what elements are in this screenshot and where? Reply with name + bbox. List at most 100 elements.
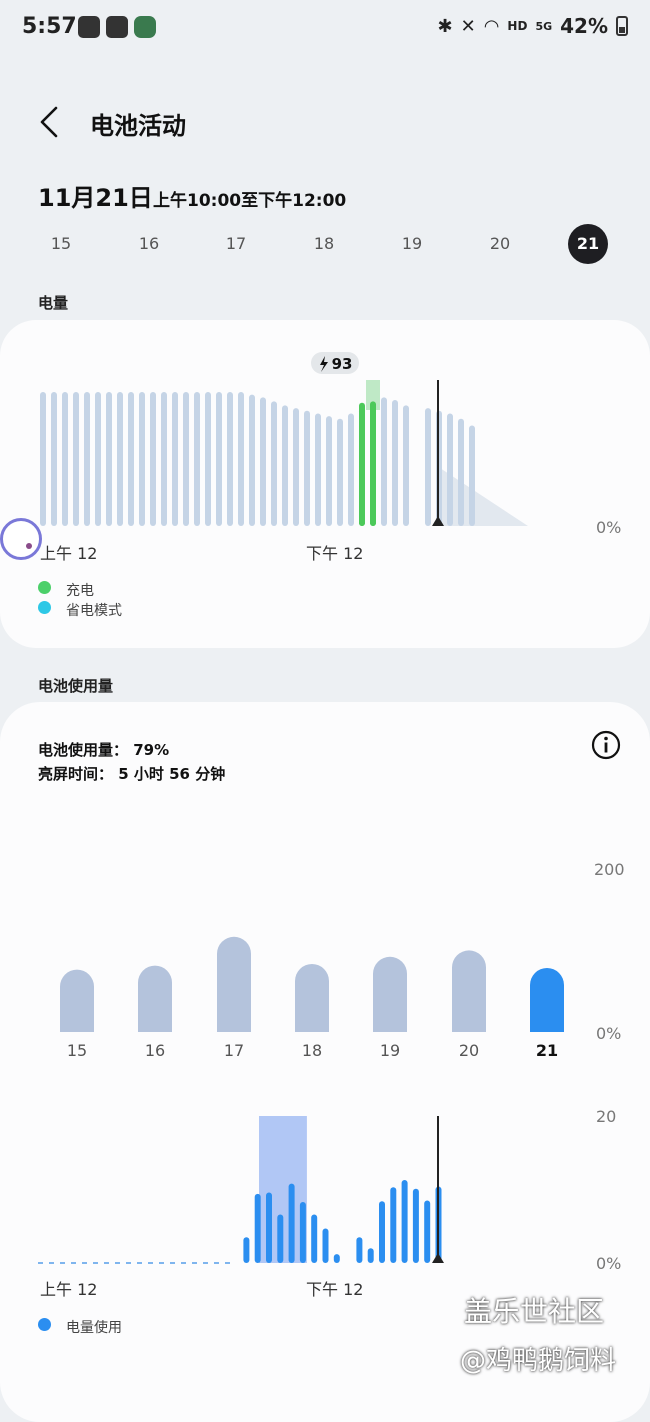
x-label-am12: 上午 12 [40,544,98,563]
charging-bar [359,408,365,526]
weekly-x-label-21: 21 [536,1041,558,1060]
battery-bar [139,392,145,526]
battery-usage-text: 电池使用量： 79% [38,741,170,759]
day-tab-19[interactable]: 19 [392,234,432,253]
mute-icon: ✕ [460,15,476,37]
battery-bar [271,401,277,526]
hourly-bar [390,1187,397,1263]
day-tab-15[interactable]: 15 [41,234,81,253]
signal-label: 5G [535,19,553,33]
battery-projection [440,468,528,526]
battery-bar [260,397,266,526]
battery-bar [458,418,464,526]
status-left-icons [78,16,156,38]
weekly-x-label-20: 20 [459,1041,479,1060]
battery-percent: 42% [560,14,608,38]
battery-bar [216,392,222,526]
battery-bar [150,392,156,526]
day-tab-21[interactable]: 21 [568,224,608,264]
battery-bar [183,392,189,526]
gallery-icon [106,16,128,38]
weekly-bar-21 [530,968,564,1032]
weekly-bar-18 [295,964,329,1032]
weekly-x-label-15: 15 [67,1041,87,1060]
weekly-x-label-18: 18 [302,1041,322,1060]
date-range: 上午10:00至下午12:00 [153,191,347,211]
battery-bar [194,392,200,526]
legend-charging-dot [38,581,51,594]
date-main: 11月21日 [38,184,153,212]
floating-assistant-button[interactable] [0,518,42,560]
legend-charging: 充电 [66,583,94,599]
legend-usage-dot [38,1318,51,1331]
battery-bar [337,418,343,526]
weekly-bar-16 [138,965,172,1032]
day-tab-16[interactable]: 16 [129,234,169,253]
peak-badge-label: 93 [332,355,353,373]
hourly-bar [333,1254,340,1263]
battery-bar [117,392,123,526]
battery-bar [315,413,321,526]
battery-bar [106,392,112,526]
battery-bar [84,392,90,526]
legend-power-saving-dot [38,601,51,614]
weekly-usage-chart: 15 16 17 18 19 20 21 [60,936,564,1060]
day-tab-17[interactable]: 17 [216,234,256,253]
legend-usage: 电量使用 [66,1320,122,1336]
weekly-bar-20 [452,950,486,1032]
weekly-x-label-19: 19 [380,1041,400,1060]
hourly-bar [424,1200,431,1263]
battery-bar [40,392,46,526]
bluetooth-icon: ✱ [437,15,453,37]
day-tab-18[interactable]: 18 [304,234,344,253]
battery-bar [293,408,299,526]
screen-time-text: 亮屏时间： 5 小时 56 分钟 [38,765,226,783]
wifi-icon: ◠ [483,15,500,37]
battery-section-label: 电量 [38,294,69,312]
battery-bar [392,400,398,526]
battery-bar [128,392,134,526]
hourly-bar [243,1237,250,1263]
hourly-bar [322,1228,329,1263]
status-time: 5:57 [22,14,77,39]
battery-bar [282,405,288,526]
battery-bar [348,413,354,526]
hourly-x-label-pm12: 下午 12 [306,1280,364,1299]
battery-bar [238,392,244,526]
legend-power-saving: 省电模式 [66,603,122,619]
hourly-bar [299,1201,306,1263]
hourly-usage-chart [38,1116,444,1264]
battery-bar [62,392,68,526]
battery-bar [381,397,387,526]
weekly-x-label-16: 16 [145,1041,165,1060]
info-icon[interactable] [591,730,621,760]
battery-level-chart: 93 [40,352,528,526]
battery-bar [469,425,475,526]
weekly-x-label-17: 17 [224,1041,244,1060]
hourly-bar [288,1183,295,1263]
usage-section-label: 电池使用量 [38,677,114,695]
weekly-bar-19 [373,956,407,1032]
battery-y-label-0: 0% [596,518,622,537]
chevron-left-icon[interactable] [36,104,64,140]
hourly-bar [266,1192,272,1263]
battery-bar [205,392,211,526]
battery-bar [447,413,453,526]
hourly-bar [311,1214,318,1263]
watermark-line2: @鸡鸭鹅饲料 [460,1346,617,1376]
battery-bar [326,416,332,526]
battery-icon [616,16,628,36]
battery-bar [249,394,255,526]
battery-bar [304,410,310,526]
battery-bar [403,405,409,526]
hourly-bar [412,1188,419,1263]
weekly-bar-17 [217,936,251,1032]
avatar-icon [134,16,156,38]
x-label-pm12: 下午 12 [306,544,364,563]
hourly-bar [356,1237,363,1263]
day-tab-20[interactable]: 20 [480,234,520,253]
hourly-bar [277,1214,284,1263]
status-right-icons: ✱ ✕ ◠ HD 5G 42% [438,14,628,38]
battery-bar [227,392,233,526]
page-title: 电池活动 [90,112,186,140]
